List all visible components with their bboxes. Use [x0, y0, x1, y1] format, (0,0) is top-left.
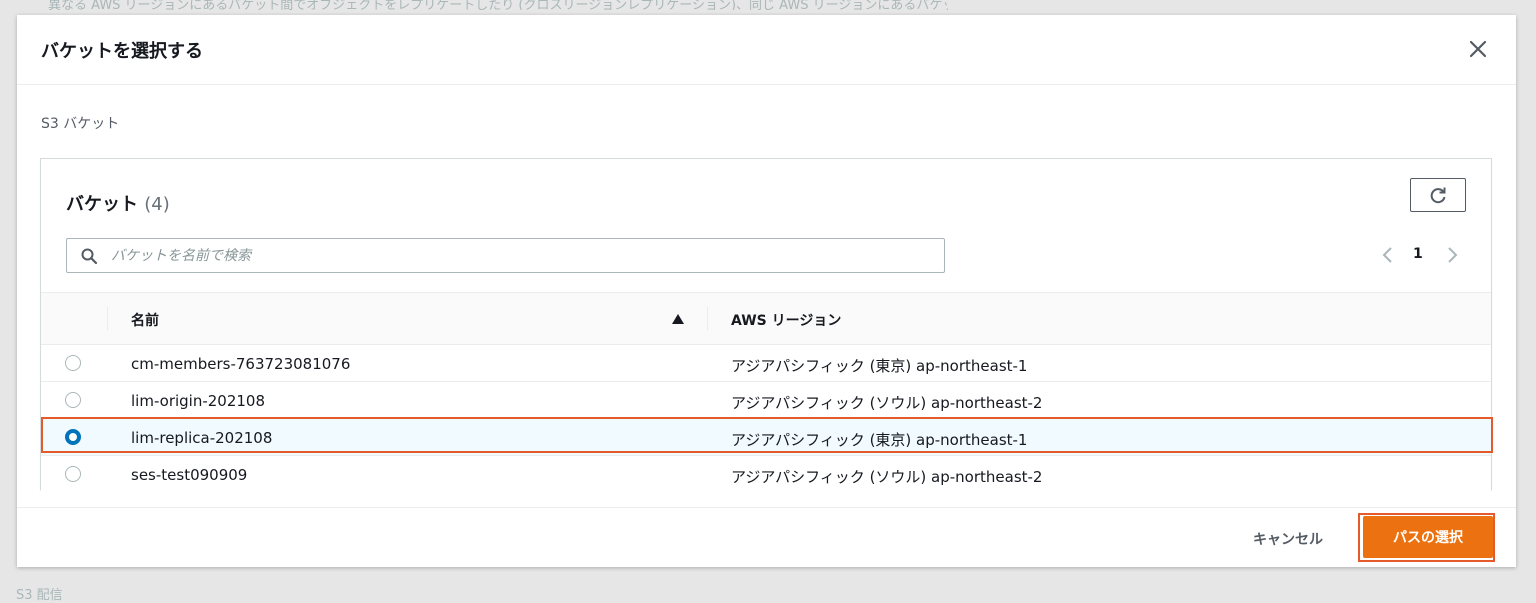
- bucket-name: ses-test090909: [131, 466, 248, 484]
- bucket-count: (4): [144, 194, 170, 215]
- row-radio[interactable]: [65, 429, 81, 445]
- section-label: S3 バケット: [41, 116, 120, 132]
- background-section-title: S3 配信: [16, 588, 63, 603]
- row-radio[interactable]: [65, 392, 81, 408]
- close-icon: [1469, 40, 1487, 58]
- bucket-region: アジアパシフィック (東京) ap-northeast-1: [731, 431, 1028, 449]
- bucket-name: lim-origin-202108: [131, 392, 266, 410]
- bucket-table-panel: バケット (4) 1 名前: [40, 158, 1492, 493]
- footer-divider: [17, 507, 1516, 508]
- bucket-name: cm-members-763723081076: [131, 355, 351, 373]
- row-radio[interactable]: [65, 355, 81, 371]
- row-radio[interactable]: [65, 466, 81, 482]
- table-row[interactable]: ses-test090909 アジアパシフィック (ソウル) ap-northe…: [41, 456, 1491, 493]
- refresh-button[interactable]: [1410, 178, 1466, 212]
- table-header: 名前 AWS リージョン: [41, 292, 1491, 345]
- search-box: [66, 238, 945, 273]
- bucket-region: アジアパシフィック (ソウル) ap-northeast-2: [731, 468, 1043, 486]
- column-divider: [107, 307, 108, 331]
- background-description: 異なる AWS リージョンにあるバケット間でオブジェクトをレプリケートしたり (…: [48, 0, 948, 10]
- search-icon: [81, 248, 97, 264]
- cancel-button[interactable]: キャンセル: [1243, 525, 1333, 553]
- column-divider: [707, 307, 708, 331]
- close-button[interactable]: [1466, 37, 1490, 61]
- bucket-name: lim-replica-202108: [131, 429, 273, 447]
- page-number[interactable]: 1: [1413, 246, 1423, 262]
- chevron-right-icon[interactable]: [1445, 245, 1459, 265]
- pagination: 1: [1381, 243, 1463, 267]
- modal-header: バケットを選択する: [17, 15, 1516, 85]
- table-row[interactable]: cm-members-763723081076 アジアパシフィック (東京) a…: [41, 345, 1491, 382]
- chevron-left-icon[interactable]: [1381, 245, 1395, 265]
- select-path-button[interactable]: パスの選択: [1363, 516, 1493, 558]
- table-row[interactable]: lim-replica-202108 アジアパシフィック (東京) ap-nor…: [41, 419, 1491, 456]
- modal-title: バケットを選択する: [41, 41, 203, 62]
- panel-title-text: バケット: [66, 194, 138, 215]
- panel-title: バケット (4): [66, 190, 170, 216]
- column-header-name[interactable]: 名前: [131, 310, 159, 330]
- refresh-icon: [1430, 187, 1446, 204]
- search-input[interactable]: [109, 243, 933, 269]
- column-header-region: AWS リージョン: [731, 313, 842, 329]
- table-row[interactable]: lim-origin-202108 アジアパシフィック (ソウル) ap-nor…: [41, 382, 1491, 419]
- bucket-region: アジアパシフィック (東京) ap-northeast-1: [731, 357, 1028, 375]
- bucket-region: アジアパシフィック (ソウル) ap-northeast-2: [731, 394, 1043, 412]
- select-bucket-modal: バケットを選択する S3 バケット バケット (4) バケットを名前で検索 1 …: [17, 15, 1516, 567]
- sort-ascending-icon[interactable]: [671, 313, 685, 325]
